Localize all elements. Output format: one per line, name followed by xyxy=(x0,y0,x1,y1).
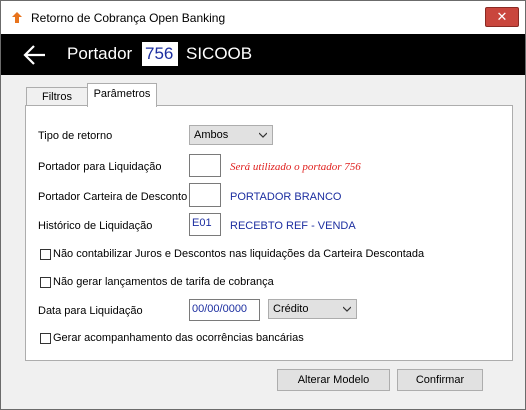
parametros-panel: Tipo de retorno Ambos Portador para Liqu… xyxy=(25,105,513,361)
tab-filtros[interactable]: Filtros xyxy=(26,87,88,107)
app-icon xyxy=(11,11,23,24)
tipo-retorno-label: Tipo de retorno xyxy=(38,130,113,142)
tipo-retorno-select[interactable]: Ambos xyxy=(189,125,273,145)
historico-desc: RECEBTO REF - VENDA xyxy=(230,220,356,232)
data-liquidacao-label: Data para Liquidação xyxy=(38,305,143,317)
tarifa-checkbox[interactable] xyxy=(40,277,51,288)
portador-carteira-input[interactable] xyxy=(189,183,221,207)
portador-liquidacao-hint: Será utilizado o portador 756 xyxy=(230,161,361,173)
confirmar-button[interactable]: Confirmar xyxy=(397,369,483,391)
portador-header: Portador 756 SICOOB xyxy=(1,34,525,75)
portador-liquidacao-label: Portador para Liquidação xyxy=(38,161,162,173)
historico-label: Histórico de Liquidação xyxy=(38,220,153,232)
tipo-data-value: Crédito xyxy=(273,303,309,315)
tarifa-checkbox-label[interactable]: Não gerar lançamentos de tarifa de cobra… xyxy=(53,275,274,289)
tipo-retorno-value: Ambos xyxy=(194,129,229,141)
back-arrow-icon[interactable] xyxy=(23,44,47,66)
historico-input[interactable]: E01 xyxy=(189,213,221,236)
close-button[interactable]: ✕ xyxy=(485,7,519,27)
close-icon: ✕ xyxy=(496,9,508,24)
portador-carteira-label: Portador Carteira de Desconto xyxy=(38,191,188,203)
portador-code-field[interactable]: 756 xyxy=(142,42,178,66)
acompanhamento-checkbox-label[interactable]: Gerar acompanhamento das ocorrências ban… xyxy=(53,331,304,345)
portador-label: Portador xyxy=(67,44,133,63)
data-liquidacao-input[interactable]: 00/00/0000 xyxy=(189,299,260,321)
window-title: Retorno de Cobrança Open Banking xyxy=(31,10,226,25)
portador-carteira-desc: PORTADOR BRANCO xyxy=(230,191,342,203)
portador-name: SICOOB xyxy=(186,44,253,63)
juros-checkbox-label[interactable]: Não contabilizar Juros e Descontos nas l… xyxy=(53,247,424,261)
alterar-modelo-button[interactable]: Alterar Modelo xyxy=(277,369,390,391)
tipo-data-select[interactable]: Crédito xyxy=(268,299,357,319)
juros-checkbox[interactable] xyxy=(40,249,51,260)
acompanhamento-checkbox[interactable] xyxy=(40,333,51,344)
tab-parametros[interactable]: Parâmetros xyxy=(87,83,157,107)
chevron-down-icon xyxy=(343,306,351,312)
chevron-down-icon xyxy=(259,132,267,138)
dialog-window: Retorno de Cobrança Open Banking ✕ Porta… xyxy=(0,0,526,410)
confirmar-label: Confirmar xyxy=(415,374,465,386)
portador-liquidacao-input[interactable] xyxy=(189,154,221,177)
alterar-modelo-label: Alterar Modelo xyxy=(297,374,370,386)
title-bar[interactable]: Retorno de Cobrança Open Banking ✕ xyxy=(1,1,525,34)
